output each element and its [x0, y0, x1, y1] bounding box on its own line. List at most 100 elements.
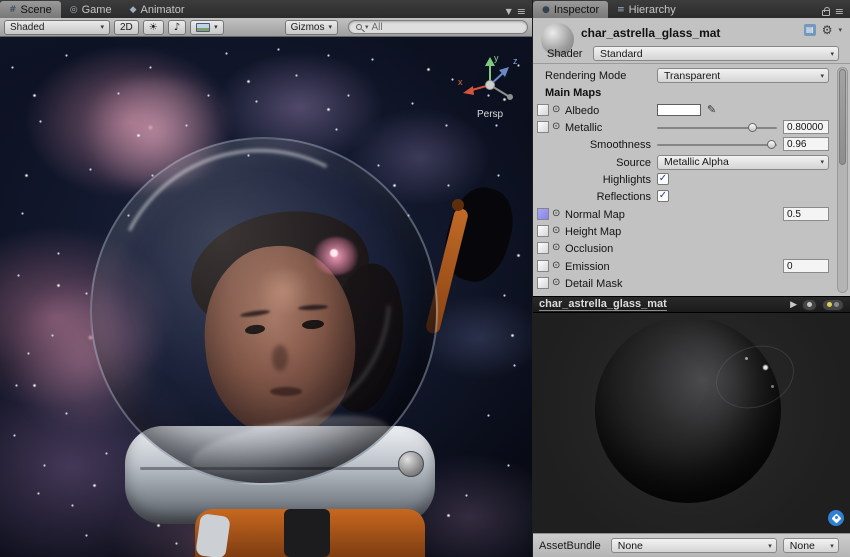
- pane-menu-icon[interactable]: ≡: [517, 5, 526, 18]
- asset-label-tag-icon[interactable]: [828, 510, 844, 526]
- smoothness-slider[interactable]: [657, 144, 777, 146]
- height-map-label: Height Map: [565, 226, 621, 238]
- normal-map-texture-slot[interactable]: [537, 208, 549, 220]
- gizmos-dropdown[interactable]: Gizmos ▾: [285, 20, 338, 35]
- left-pane-menu: ▼ ≡: [500, 5, 532, 18]
- eyedropper-icon[interactable]: ✎: [707, 103, 716, 116]
- metallic-label: Metallic: [565, 122, 602, 134]
- reflections-checkbox[interactable]: ✓: [657, 190, 669, 202]
- occlusion-row: ⊙ Occlusion: [533, 240, 850, 257]
- audio-toggle-button[interactable]: ♪: [168, 20, 186, 35]
- dropdown-arrow-icon: ▾: [820, 72, 824, 80]
- context-menu-arrow-icon[interactable]: ▾: [838, 26, 842, 34]
- tab-inspector[interactable]: ● Inspector: [533, 1, 608, 18]
- smoothness-row: Smoothness 0.96: [533, 136, 850, 153]
- emission-texture-slot[interactable]: [537, 260, 549, 272]
- persp-label[interactable]: Persp: [477, 109, 504, 120]
- normal-map-value-field[interactable]: 0.5: [783, 207, 829, 221]
- metallic-row: ⊙ Metallic 0.80000: [533, 119, 850, 136]
- toggle-2d-button[interactable]: 2D: [114, 20, 139, 35]
- sun-icon: ☀: [149, 22, 158, 33]
- asset-bundle-dropdown[interactable]: None ▾: [611, 538, 777, 553]
- object-picker-icon[interactable]: ⊙: [552, 208, 560, 219]
- albedo-color-swatch[interactable]: [657, 104, 701, 116]
- shader-row: Shader Standard ▾: [533, 45, 850, 63]
- lighting-toggle-button[interactable]: ☀: [143, 20, 164, 35]
- object-picker-icon[interactable]: ⊙: [552, 104, 560, 115]
- astronaut-suit-panel: [195, 513, 231, 557]
- right-pane-menu: ≡: [816, 5, 850, 18]
- preview-buttons: ▶: [790, 299, 844, 311]
- smoothness-value-field[interactable]: 0.96: [783, 137, 829, 151]
- tab-hierarchy[interactable]: ≡ Hierarchy: [608, 1, 685, 18]
- occlusion-texture-slot[interactable]: [537, 242, 549, 254]
- detail-mask-texture-slot[interactable]: [537, 277, 549, 289]
- sphere-reflection-ring: [707, 335, 803, 419]
- metallic-texture-slot[interactable]: [537, 121, 549, 133]
- object-picker-icon[interactable]: ⊙: [552, 121, 560, 132]
- tab-inspector-label: Inspector: [554, 4, 599, 16]
- rendering-mode-row: Rendering Mode Transparent ▾: [533, 67, 850, 84]
- albedo-texture-slot[interactable]: [537, 104, 549, 116]
- highlights-row: Highlights ✓: [533, 171, 850, 188]
- star-field-pink: [0, 37, 1, 38]
- tab-game[interactable]: ◎ Game: [61, 1, 121, 18]
- rendering-mode-value: Transparent: [664, 70, 720, 82]
- rendering-mode-label: Rendering Mode: [545, 70, 626, 82]
- height-map-texture-slot[interactable]: [537, 225, 549, 237]
- smoothness-slider-handle[interactable]: [767, 140, 776, 149]
- main-maps-header-row: Main Maps: [533, 84, 850, 101]
- pane-dropdown-icon[interactable]: ▼: [506, 7, 512, 16]
- scene-search-field[interactable]: ▾ All: [348, 20, 528, 34]
- scene-orientation-gizmo[interactable]: z y x Persp: [458, 51, 522, 127]
- check-icon: ✓: [659, 173, 667, 184]
- tab-game-label: Game: [82, 4, 112, 16]
- preview-title: char_astrella_glass_mat: [539, 298, 667, 311]
- object-picker-icon[interactable]: ⊙: [552, 277, 560, 288]
- sphere-specular-highlight: [771, 385, 774, 388]
- unity-editor-window: # Scene ◎ Game ◆ Animator ▼ ≡ ● Inspecto…: [0, 0, 850, 557]
- asset-bundle-variant-dropdown[interactable]: None ▾: [783, 538, 839, 553]
- hierarchy-icon: ≡: [617, 5, 625, 15]
- gear-icon[interactable]: ⚙: [822, 24, 833, 36]
- metallic-slider[interactable]: [657, 127, 777, 129]
- metallic-slider-handle[interactable]: [748, 123, 757, 132]
- inspector-scrollbar[interactable]: [837, 67, 848, 293]
- sphere-specular-highlight: [745, 357, 748, 360]
- lock-icon[interactable]: [822, 10, 830, 16]
- material-header: char_astrella_glass_mat ▤ ⚙ ▾ Shader Sta…: [533, 18, 850, 64]
- help-doc-icon[interactable]: ▤: [804, 24, 816, 36]
- source-dropdown[interactable]: Metallic Alpha ▾: [657, 155, 829, 170]
- draw-mode-dropdown[interactable]: Shaded ▾: [4, 20, 110, 35]
- tab-scene[interactable]: # Scene: [0, 1, 61, 18]
- inspector-scrollbar-thumb[interactable]: [839, 69, 846, 165]
- dock-tab-strip: # Scene ◎ Game ◆ Animator ▼ ≡ ● Inspecto…: [0, 0, 850, 18]
- metallic-value-field[interactable]: 0.80000: [783, 120, 829, 134]
- dropdown-arrow-icon: ▾: [328, 23, 332, 31]
- play-icon[interactable]: ▶: [790, 300, 797, 310]
- pane-menu-icon[interactable]: ≡: [835, 5, 844, 18]
- scene-icon: #: [9, 5, 17, 15]
- object-picker-icon[interactable]: ⊙: [552, 242, 560, 253]
- source-value: Metallic Alpha: [664, 156, 729, 168]
- tab-animator[interactable]: ◆ Animator: [121, 1, 194, 18]
- search-filter-arrow-icon: ▾: [365, 23, 369, 31]
- preview-lighting-toggle[interactable]: [822, 299, 844, 311]
- highlights-checkbox[interactable]: ✓: [657, 173, 669, 185]
- object-picker-icon[interactable]: ⊙: [552, 225, 560, 236]
- check-icon: ✓: [659, 190, 667, 201]
- preview-shape-toggle[interactable]: [802, 299, 817, 311]
- material-preview-area[interactable]: [533, 313, 850, 533]
- dropdown-arrow-icon: ▾: [830, 542, 834, 550]
- astronaut-antenna-tip: [452, 199, 464, 211]
- right-dock-tabs: ● Inspector ≡ Hierarchy ≡: [532, 0, 850, 18]
- detail-mask-row: ⊙ Detail Mask: [533, 275, 850, 292]
- emission-value-field[interactable]: 0: [783, 259, 829, 273]
- effects-dropdown[interactable]: ▾: [190, 20, 224, 35]
- scene-viewport[interactable]: z y x Persp: [0, 37, 532, 557]
- material-preview-header[interactable]: char_astrella_glass_mat ▶: [533, 296, 850, 313]
- rendering-mode-dropdown[interactable]: Transparent ▾: [657, 68, 829, 83]
- object-picker-icon[interactable]: ⊙: [552, 260, 560, 271]
- shader-dropdown[interactable]: Standard ▾: [593, 46, 839, 61]
- highlights-label: Highlights: [533, 174, 651, 186]
